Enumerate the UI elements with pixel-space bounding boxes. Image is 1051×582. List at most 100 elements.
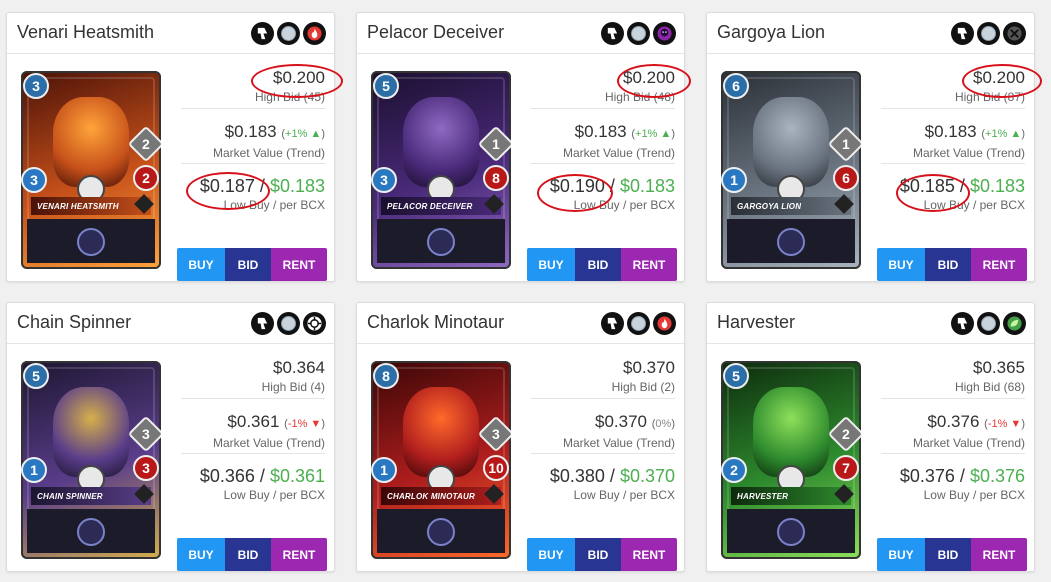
rent-button[interactable]: RENT (621, 248, 677, 281)
trend-percent: +1% (285, 128, 308, 140)
price-separator: / (609, 176, 620, 196)
bid-button[interactable]: BID (225, 248, 271, 281)
card-title[interactable]: Pelacor Deceiver (367, 22, 504, 43)
card-art[interactable]: 5 3 1 8 Pelacor Deceiver (371, 71, 511, 269)
buy-button[interactable]: BUY (527, 538, 575, 571)
neutral-target-icon (303, 312, 326, 335)
trend-close-paren: ) (321, 418, 325, 430)
buy-button[interactable]: BUY (177, 248, 225, 281)
speed-stat: 1 (721, 167, 747, 193)
card-badges (251, 22, 326, 45)
price-separator: / (959, 466, 970, 486)
price-info: $0.200 High Bid (48) $0.183 (+1% ▲) Mark… (531, 53, 675, 216)
monster-figure (753, 387, 829, 477)
market-value-line: $0.361 (-1% ▼) (181, 411, 325, 435)
card-title[interactable]: Charlok Minotaur (367, 312, 504, 333)
high-bid-price: $0.370 (623, 358, 675, 377)
art-name-band: Chain Spinner (31, 487, 151, 505)
price-info: $0.200 High Bid (45) $0.183 (+1% ▲) Mark… (181, 53, 325, 216)
market-value-block: $0.370 (0%) Market Value (Trend) (531, 399, 675, 454)
price-info: $0.200 High Bid (87) $0.183 (+1% ▲) Mark… (881, 53, 1025, 216)
bid-button[interactable]: BID (925, 248, 971, 281)
attack-value: 3 (492, 425, 500, 442)
trend-percent: 0% (655, 418, 672, 430)
buy-button[interactable]: BUY (177, 538, 225, 571)
card-listing[interactable]: Harvester 5 2 2 7 Harvester $0.3 (706, 302, 1035, 572)
trend-arrow-icon: ▲ (307, 128, 322, 140)
market-value-label: Market Value (Trend) (562, 436, 675, 450)
splinter-gem-icon (427, 518, 455, 546)
bid-button[interactable]: BID (575, 248, 621, 281)
market-value-block: $0.183 (+1% ▲) Market Value (Trend) (181, 109, 325, 164)
card-badges (951, 312, 1026, 335)
market-price: $0.376 (927, 412, 980, 431)
bid-button[interactable]: BID (575, 538, 621, 571)
bid-button[interactable]: BID (225, 538, 271, 571)
regular-foil-icon (627, 22, 650, 45)
card-art[interactable]: 8 1 3 10 Charlok Minotaur (371, 361, 511, 559)
card-listing[interactable]: Charlok Minotaur 8 1 3 10 Charlok Minota… (356, 302, 685, 572)
mana-stat: 5 (23, 363, 49, 389)
attack-value: 2 (142, 135, 150, 152)
low-buy-price: $0.376 (899, 466, 955, 486)
card-listing[interactable]: Gargoya Lion 6 1 1 6 Gargoya Lion (706, 12, 1035, 282)
card-title[interactable]: Venari Heatsmith (17, 22, 154, 43)
card-header: Charlok Minotaur (357, 303, 684, 344)
buy-button[interactable]: BUY (527, 248, 575, 281)
art-name-band: Venari Heatsmith (31, 197, 151, 215)
edition-icon (951, 22, 974, 45)
rent-button[interactable]: RENT (271, 538, 327, 571)
high-bid-label: High Bid (87) (954, 90, 1025, 104)
buy-button[interactable]: BUY (877, 538, 925, 571)
mana-stat: 5 (373, 73, 399, 99)
health-stat: 7 (833, 455, 859, 481)
card-actions: BUY BID RENT (177, 538, 327, 571)
trend-arrow-icon: ▲ (657, 128, 672, 140)
market-value-label: Market Value (Trend) (212, 436, 325, 450)
price-separator: / (259, 466, 270, 486)
art-name-band: Gargoya Lion (731, 197, 851, 215)
card-listing[interactable]: Chain Spinner 5 1 3 3 Chain Spinner (6, 302, 335, 572)
regular-foil-icon (277, 312, 300, 335)
high-bid-label: High Bid (45) (254, 90, 325, 104)
attack-value: 3 (142, 425, 150, 442)
card-art[interactable]: 5 1 3 3 Chain Spinner (21, 361, 161, 559)
health-stat: 3 (133, 455, 159, 481)
bid-button[interactable]: BID (925, 538, 971, 571)
health-stat: 8 (483, 165, 509, 191)
card-art[interactable]: 3 3 2 2 Venari Heatsmith (21, 71, 161, 269)
low-buy-block: $0.376 / $0.376 Low Buy / per BCX (881, 454, 1025, 506)
card-art[interactable]: 5 2 2 7 Harvester (721, 361, 861, 559)
trend-arrow-icon: ▼ (1007, 418, 1022, 430)
market-price: $0.183 (924, 122, 977, 141)
card-badges (601, 22, 676, 45)
mana-stat: 6 (723, 73, 749, 99)
low-buy-price: $0.366 (199, 466, 255, 486)
health-stat: 10 (483, 455, 509, 481)
high-bid-price: $0.200 (973, 68, 1025, 87)
low-buy-price: $0.190 (549, 176, 605, 196)
trend-percent: -1% (987, 418, 1008, 430)
rent-button[interactable]: RENT (271, 248, 327, 281)
low-buy-label: Low Buy / per BCX (923, 488, 1025, 502)
card-art[interactable]: 6 1 1 6 Gargoya Lion (721, 71, 861, 269)
rent-button[interactable]: RENT (971, 248, 1027, 281)
market-price: $0.361 (227, 412, 280, 431)
card-title[interactable]: Harvester (717, 312, 795, 333)
low-buy-block: $0.190 / $0.183 Low Buy / per BCX (531, 164, 675, 216)
edition-icon (251, 22, 274, 45)
card-listing[interactable]: Venari Heatsmith 3 3 2 2 Venari Heatsmit… (6, 12, 335, 282)
per-bcx-price: $0.183 (619, 176, 675, 196)
price-info: $0.365 High Bid (68) $0.376 (-1% ▼) Mark… (881, 343, 1025, 506)
market-value-label: Market Value (Trend) (212, 146, 325, 160)
rent-button[interactable]: RENT (621, 538, 677, 571)
monster-figure (403, 387, 479, 477)
card-title[interactable]: Chain Spinner (17, 312, 131, 333)
rent-button[interactable]: RENT (971, 538, 1027, 571)
splinter-gem-icon (777, 518, 805, 546)
card-title[interactable]: Gargoya Lion (717, 22, 825, 43)
buy-button[interactable]: BUY (877, 248, 925, 281)
card-listing[interactable]: Pelacor Deceiver 5 3 1 8 Pelacor Deceive… (356, 12, 685, 282)
attack-value: 1 (492, 135, 500, 152)
high-bid-block: $0.200 High Bid (45) (181, 53, 325, 109)
